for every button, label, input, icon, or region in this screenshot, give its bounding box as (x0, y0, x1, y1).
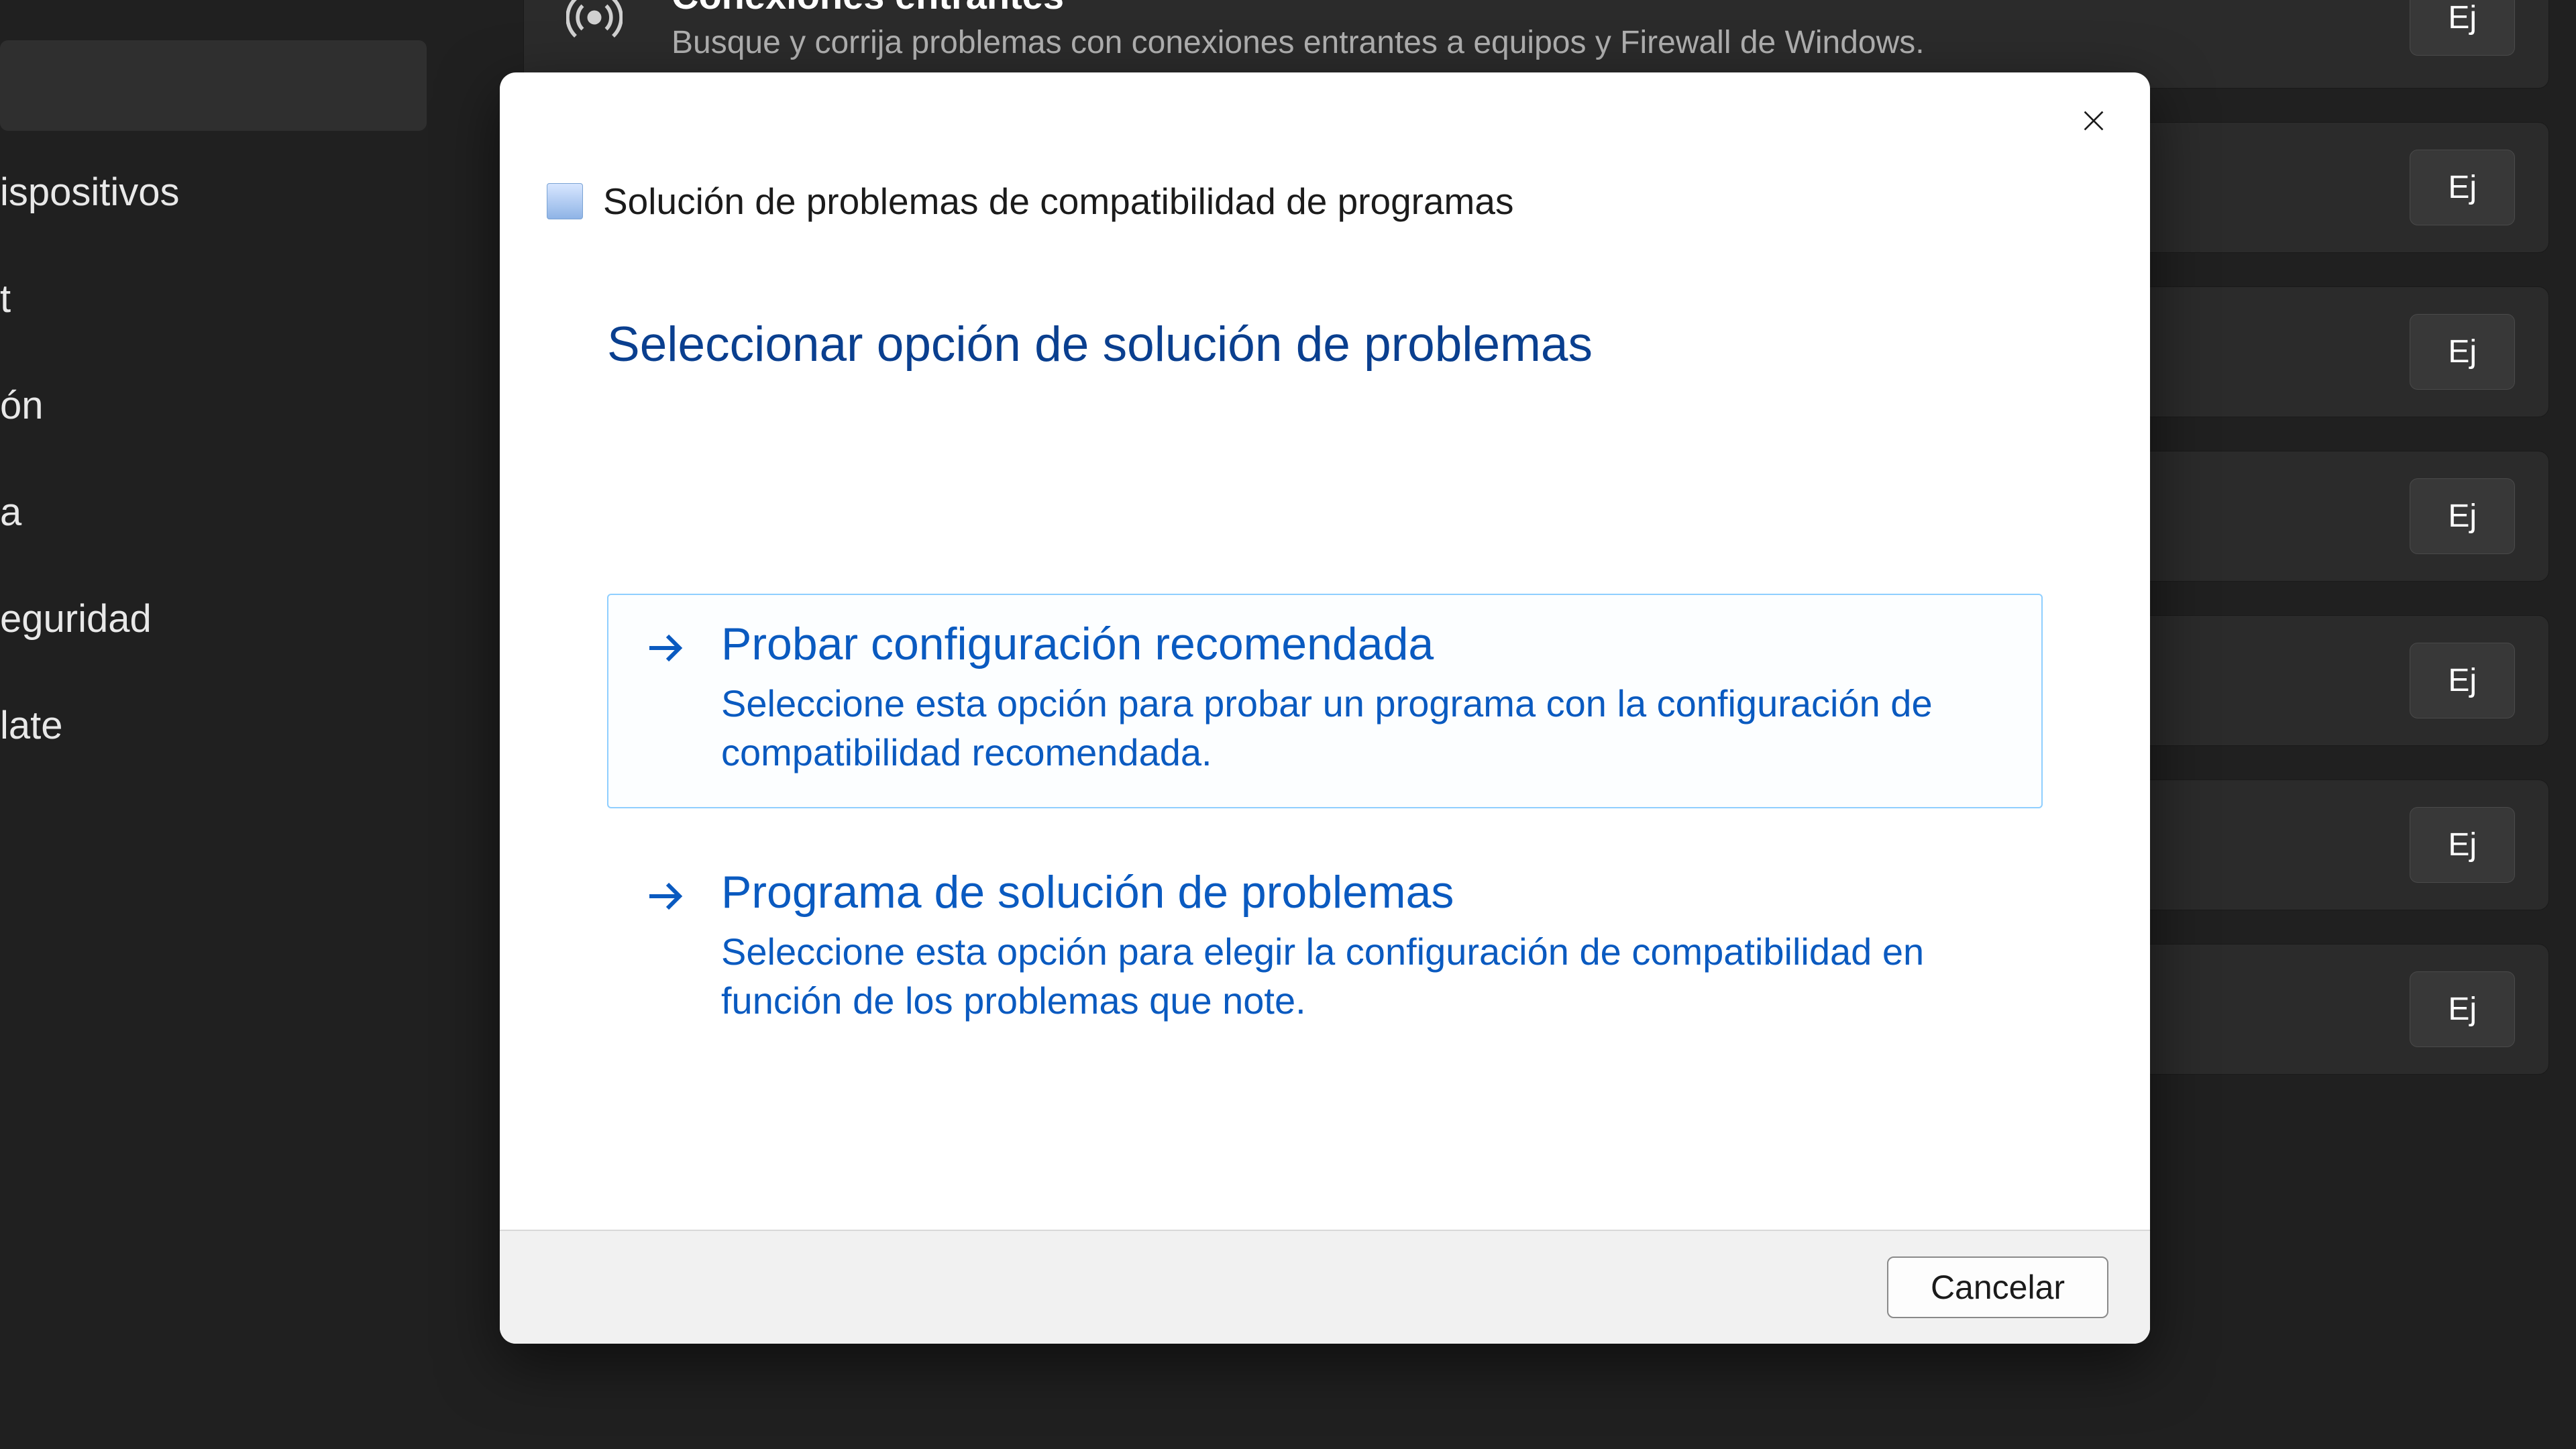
sidebar-item-1[interactable]: ispositivos (0, 147, 427, 237)
arrow-right-icon (639, 622, 692, 674)
run-button[interactable]: Ej (2410, 971, 2515, 1047)
card-subtitle: Busque y corrija problemas con conexione… (672, 24, 2369, 61)
run-button[interactable]: Ej (2410, 0, 2515, 56)
run-button[interactable]: Ej (2410, 150, 2515, 225)
run-button[interactable]: Ej (2410, 314, 2515, 390)
close-button[interactable] (2067, 95, 2121, 149)
option-title: Probar configuración recomendada (721, 618, 2010, 670)
troubleshooter-icon (547, 183, 583, 219)
dialog-footer: Cancelar (500, 1230, 2150, 1344)
option-title: Programa de solución de problemas (721, 866, 2010, 918)
run-button[interactable]: Ej (2410, 807, 2515, 883)
dialog-heading: Seleccionar opción de solución de proble… (500, 223, 2150, 372)
close-icon (2078, 105, 2109, 140)
option-subtitle: Seleccione esta opción para probar un pr… (721, 680, 2010, 777)
option-manual[interactable]: Programa de solución de problemas Selecc… (607, 842, 2043, 1057)
option-subtitle: Seleccione esta opción para elegir la co… (721, 928, 2010, 1026)
compat-troubleshooter-dialog: Solución de problemas de compatibilidad … (500, 72, 2150, 1344)
sidebar-item-6[interactable]: late (0, 680, 427, 771)
cancel-button[interactable]: Cancelar (1887, 1256, 2108, 1318)
option-recommended[interactable]: Probar configuración recomendada Selecci… (607, 594, 2043, 808)
sidebar-item-3[interactable]: ón (0, 360, 427, 451)
sidebar-item-4[interactable]: a (0, 467, 427, 557)
sidebar-item-2[interactable]: t (0, 254, 427, 344)
broadcast-icon (557, 0, 631, 46)
run-button[interactable]: Ej (2410, 478, 2515, 554)
card-title: Conexiones entrantes (672, 0, 2369, 17)
dialog-header: Solución de problemas de compatibilidad … (500, 72, 2150, 223)
options-list: Probar configuración recomendada Selecci… (500, 372, 2150, 1057)
dialog-title: Solución de problemas de compatibilidad … (603, 180, 1513, 223)
settings-sidebar: ispositivos t ón a eguridad late (0, 0, 443, 1449)
run-button[interactable]: Ej (2410, 643, 2515, 718)
sidebar-item-0[interactable] (0, 40, 427, 131)
arrow-right-icon (639, 870, 692, 922)
sidebar-item-5[interactable]: eguridad (0, 574, 427, 664)
